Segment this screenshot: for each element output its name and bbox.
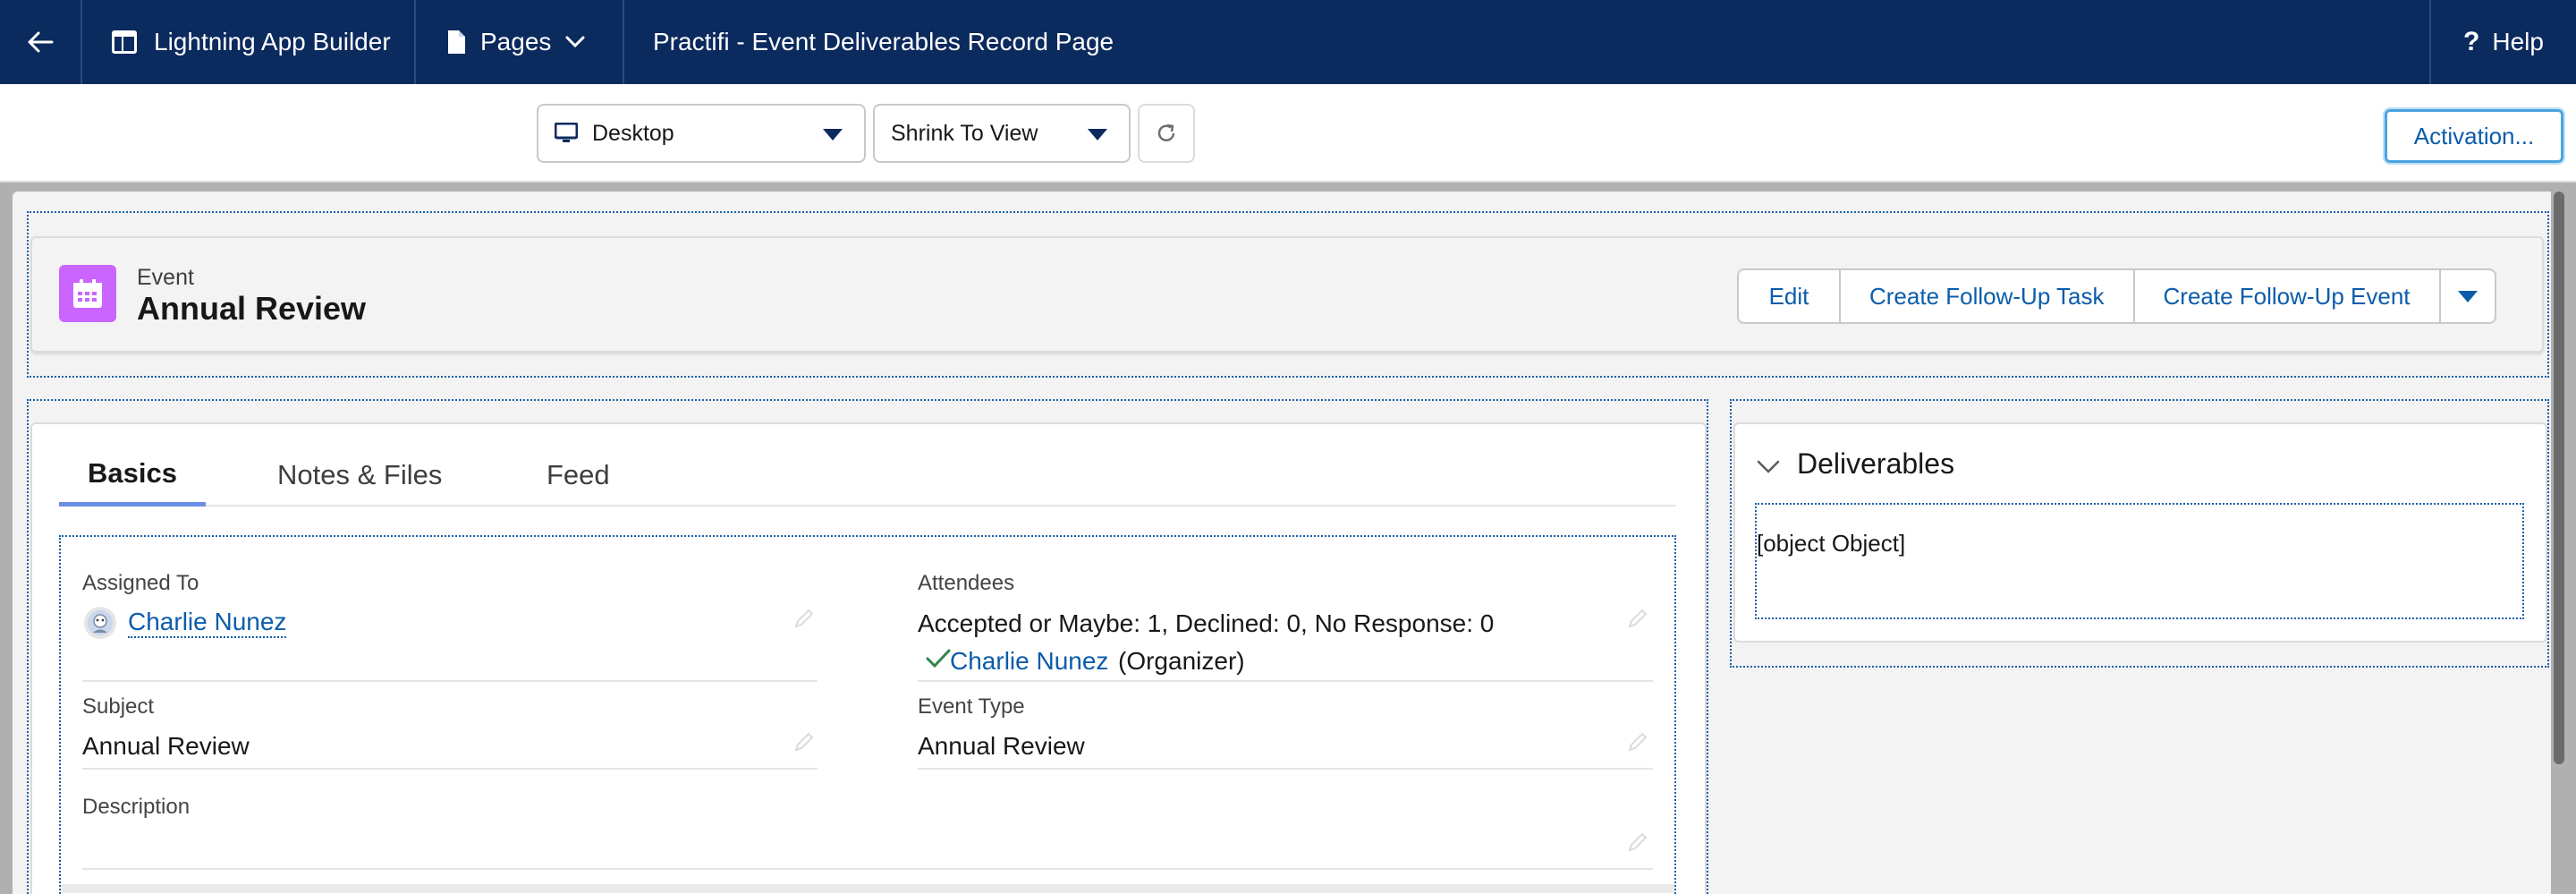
activation-button[interactable]: Activation...	[2383, 107, 2565, 165]
pages-label: Pages	[480, 28, 552, 55]
arrow-left-icon	[28, 31, 54, 53]
page-title: Practifi - Event Deliverables Record Pag…	[653, 28, 1114, 55]
attendees-label: Attendees	[918, 571, 1015, 595]
deliverables-body	[1755, 503, 2524, 619]
avatar	[84, 607, 116, 639]
layout-icon	[112, 30, 137, 54]
app-name-menu[interactable]: Lightning App Builder	[82, 0, 416, 84]
tab-bar: Basics Notes & Files Feed	[59, 444, 1676, 507]
description-label: Description	[82, 795, 191, 819]
create-follow-up-event-button[interactable]: Create Follow-Up Event	[2135, 270, 2441, 322]
refresh-button[interactable]	[1138, 104, 1195, 163]
user-avatar-icon	[88, 610, 113, 635]
tab-feed[interactable]: Feed	[547, 444, 610, 507]
event-type-label: Event Type	[918, 694, 1025, 719]
caret-down-icon	[1088, 129, 1107, 140]
event-type-value: Annual Review	[918, 732, 1085, 760]
refresh-icon	[1157, 123, 1175, 141]
pencil-icon[interactable]	[1626, 830, 1649, 854]
caret-down-icon	[823, 129, 843, 140]
field-divider	[918, 680, 1653, 682]
tab-basics[interactable]: Basics	[59, 444, 206, 507]
event-icon	[59, 265, 116, 322]
deliverables-content: [object Object]	[1757, 530, 1906, 557]
field-divider	[918, 768, 1653, 770]
record-name: Annual Review	[137, 290, 367, 327]
create-follow-up-task-button[interactable]: Create Follow-Up Task	[1841, 270, 2135, 322]
calendar-icon	[73, 279, 102, 308]
tab-notes-files[interactable]: Notes & Files	[277, 444, 442, 507]
app-name: Lightning App Builder	[154, 28, 391, 55]
canvas-scrollbar[interactable]	[2554, 192, 2564, 764]
section-footer	[61, 884, 1674, 893]
zoom-select-value: Shrink To View	[891, 120, 1038, 146]
attendee-link[interactable]: Charlie Nunez	[950, 647, 1108, 676]
attendees-summary: Accepted or Maybe: 1, Declined: 0, No Re…	[918, 609, 1495, 637]
pencil-icon[interactable]	[792, 730, 816, 754]
field-divider	[82, 868, 1653, 870]
caret-down-icon	[2457, 290, 2478, 302]
attendee-role: (Organizer)	[1118, 647, 1245, 675]
object-type-label: Event	[137, 265, 194, 290]
app-header: Lightning App Builder Pages Practifi - E…	[0, 0, 2576, 84]
zoom-select[interactable]: Shrink To View	[873, 104, 1131, 163]
device-select-value: Desktop	[592, 120, 674, 146]
field-divider	[82, 768, 818, 770]
chevron-down-icon[interactable]	[1755, 453, 1782, 480]
chevron-down-icon	[565, 36, 585, 48]
help-button[interactable]: ? Help	[2429, 0, 2576, 84]
check-icon	[926, 649, 951, 668]
field-divider	[82, 680, 818, 682]
pencil-icon[interactable]	[1626, 730, 1649, 754]
page-icon	[448, 30, 465, 54]
subject-label: Subject	[82, 694, 155, 719]
edit-button[interactable]: Edit	[1739, 270, 1841, 322]
device-select[interactable]: Desktop	[537, 104, 866, 163]
pages-menu[interactable]: Pages	[416, 0, 624, 84]
assigned-to-link[interactable]: Charlie Nunez	[128, 608, 287, 638]
help-label: Help	[2492, 28, 2544, 55]
more-actions-button[interactable]	[2441, 270, 2495, 322]
record-detail-section[interactable]	[59, 535, 1676, 894]
question-icon: ?	[2463, 27, 2480, 56]
pencil-icon[interactable]	[1626, 607, 1649, 630]
back-button[interactable]	[0, 0, 82, 84]
assigned-to-label: Assigned To	[82, 571, 199, 595]
monitor-icon	[555, 123, 578, 142]
builder-toolbar: Desktop Shrink To View Activation...	[0, 84, 2576, 183]
pencil-icon[interactable]	[792, 607, 816, 630]
subject-value: Annual Review	[82, 732, 250, 760]
action-button-group: Edit Create Follow-Up Task Create Follow…	[1737, 268, 2496, 324]
deliverables-title: Deliverables	[1797, 447, 1955, 480]
